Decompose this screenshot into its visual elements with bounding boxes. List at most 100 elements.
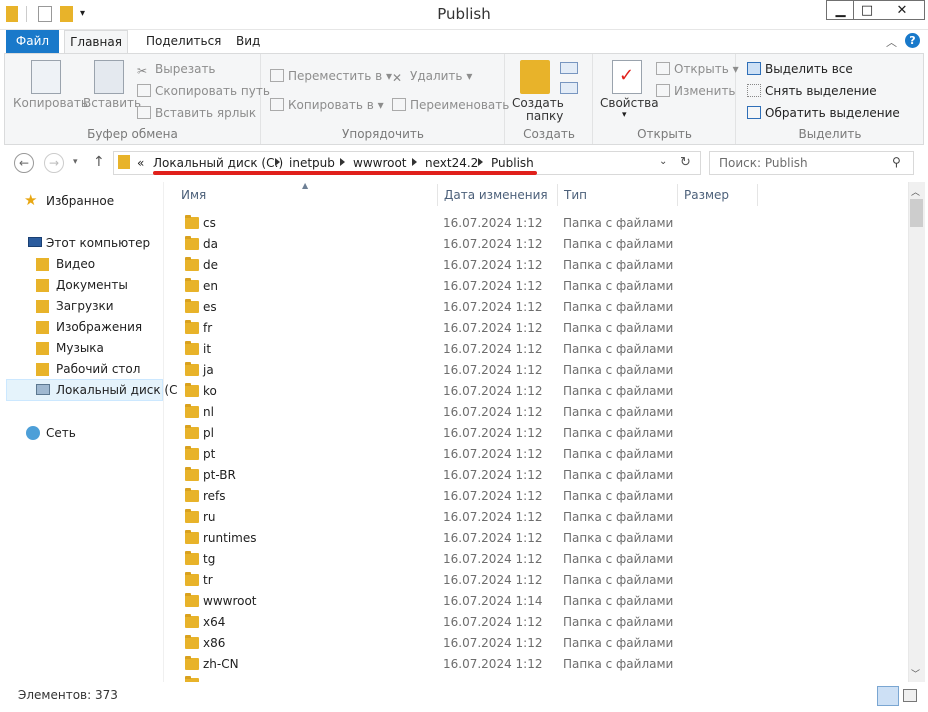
copy-button[interactable]: Копировать [13,96,88,110]
nav-downloads[interactable]: Загрузки [56,299,114,313]
file-row[interactable]: wwwroot 16.07.2024 1:14 Папка с файлами [165,591,905,612]
collapse-ribbon-icon[interactable]: ︿ [886,34,897,50]
properties-button[interactable]: Свойства [600,96,659,110]
search-box[interactable]: Поиск: Publish ⚲ [709,151,914,175]
breadcrumb-overflow[interactable]: « [137,156,144,170]
file-row[interactable]: es 16.07.2024 1:12 Папка с файлами [165,297,905,318]
file-type: Папка с файлами [563,615,674,629]
file-type: Папка с файлами [563,531,674,545]
breadcrumb-separator-icon[interactable] [340,158,345,166]
details-view-icon[interactable] [877,686,899,706]
file-row[interactable]: pl 16.07.2024 1:12 Папка с файлами [165,423,905,444]
up-icon[interactable]: ↑ [93,154,105,170]
back-icon[interactable]: ← [14,153,34,173]
tab-view[interactable]: Вид [226,30,270,54]
file-date: 16.07.2024 1:14 [443,594,543,608]
refresh-icon[interactable]: ↻ [680,155,691,170]
paste-shortcut-button[interactable]: Вставить ярлык [137,106,256,120]
folder-icon [185,383,199,397]
breadcrumb-inetpub[interactable]: inetpub [289,156,335,170]
invert-selection-button[interactable]: Обратить выделение [747,106,900,120]
nav-favorites[interactable]: Избранное [46,194,114,208]
minimize-button[interactable]: ▁ [826,0,854,20]
file-row[interactable]: da 16.07.2024 1:12 Папка с файлами [165,234,905,255]
search-icon[interactable]: ⚲ [892,155,901,169]
nav-videos[interactable]: Видео [56,257,95,271]
file-name: nl [203,405,214,419]
file-name: it [203,342,212,356]
column-size[interactable]: Размер [678,184,758,206]
vertical-scrollbar[interactable] [908,182,925,682]
rename-button[interactable]: Переименовать [392,98,509,112]
file-row[interactable]: refs 16.07.2024 1:12 Папка с файлами [165,486,905,507]
file-type: Папка с файлами [563,468,674,482]
copy-to-button[interactable]: Копировать в ▾ [270,98,384,112]
maximize-button[interactable]: □ [853,0,881,20]
file-row[interactable]: nl 16.07.2024 1:12 Папка с файлами [165,402,905,423]
videos-folder-icon [36,258,49,271]
close-button[interactable]: ✕ [880,0,925,20]
breadcrumb-next24-2[interactable]: next24.2 [425,156,478,170]
column-type[interactable]: Тип [558,184,678,206]
breadcrumb-separator-icon[interactable] [275,158,280,166]
breadcrumb-separator-icon[interactable] [478,158,483,166]
nav-this-pc[interactable]: Этот компьютер [46,236,150,250]
file-type: Папка с файлами [563,384,674,398]
scroll-up-icon[interactable]: ︿ [911,185,920,198]
select-none-button[interactable]: Снять выделение [747,84,877,98]
edit-button[interactable]: Изменить [656,84,736,98]
large-icons-view-icon[interactable] [903,689,917,702]
file-row[interactable]: x86 16.07.2024 1:12 Папка с файлами [165,633,905,654]
file-row[interactable]: it 16.07.2024 1:12 Папка с файлами [165,339,905,360]
breadcrumb-separator-icon[interactable] [412,158,417,166]
file-row[interactable]: ja 16.07.2024 1:12 Папка с файлами [165,360,905,381]
properties-dropdown-icon[interactable]: ▾ [622,110,627,120]
tab-home[interactable]: Главная [64,30,128,54]
help-icon[interactable]: ? [905,33,920,48]
address-history-icon[interactable]: ⌄ [659,156,667,167]
scrollbar-thumb[interactable] [910,199,923,227]
column-date[interactable]: Дата изменения [438,184,558,206]
file-row[interactable]: tg 16.07.2024 1:12 Папка с файлами [165,549,905,570]
file-row[interactable]: ru 16.07.2024 1:12 Папка с файлами [165,507,905,528]
nav-network[interactable]: Сеть [46,426,76,440]
tab-share[interactable]: Поделиться [136,30,231,54]
file-row[interactable]: pt-BR 16.07.2024 1:12 Папка с файлами [165,465,905,486]
file-row[interactable]: fr 16.07.2024 1:12 Папка с файлами [165,318,905,339]
tab-file[interactable]: Файл [6,30,59,54]
paste-button[interactable]: Вставить [83,96,141,110]
cut-button[interactable]: ✂ Вырезать [137,62,216,78]
select-all-button[interactable]: Выделить все [747,62,853,76]
open-button[interactable]: Открыть ▾ [656,62,739,76]
breadcrumb-publish[interactable]: Publish [491,156,534,170]
nav-music[interactable]: Музыка [56,341,104,355]
recent-locations-icon[interactable]: ▾ [73,157,78,167]
easy-access-icon[interactable] [560,82,578,94]
scroll-down-icon[interactable]: ﹀ [911,667,920,680]
copy-path-button[interactable]: Скопировать путь [137,84,270,98]
delete-button[interactable]: ✕ Удалить ▾ [392,69,472,85]
new-folder-button-line2[interactable]: папку [526,109,563,123]
file-row[interactable]: ko 16.07.2024 1:12 Папка с файлами [165,381,905,402]
nav-local-disk[interactable]: Локальный диск (C [56,383,177,397]
pane-divider[interactable] [163,182,164,682]
nav-documents[interactable]: Документы [56,278,128,292]
breadcrumb-wwwroot[interactable]: wwwroot [353,156,407,170]
new-item-icon[interactable] [560,62,578,74]
new-folder-button[interactable]: Создать [512,96,564,110]
file-row[interactable]: runtimes 16.07.2024 1:12 Папка с файлами [165,528,905,549]
file-type: Папка с файлами [563,300,674,314]
nav-desktop[interactable]: Рабочий стол [56,362,140,376]
search-input[interactable]: Поиск: Publish [719,156,808,170]
breadcrumb-local-disk[interactable]: Локальный диск (C:) [153,156,283,170]
file-row[interactable]: en 16.07.2024 1:12 Папка с файлами [165,276,905,297]
forward-icon[interactable]: → [44,153,64,173]
file-row[interactable]: cs 16.07.2024 1:12 Папка с файлами [165,213,905,234]
file-row[interactable]: tr 16.07.2024 1:12 Папка с файлами [165,570,905,591]
file-name: tg [203,552,216,566]
file-row[interactable]: de 16.07.2024 1:12 Папка с файлами [165,255,905,276]
nav-pictures[interactable]: Изображения [56,320,142,334]
move-to-button[interactable]: Переместить в ▾ [270,69,392,83]
file-row[interactable]: x64 16.07.2024 1:12 Папка с файлами [165,612,905,633]
file-row[interactable]: pt 16.07.2024 1:12 Папка с файлами [165,444,905,465]
